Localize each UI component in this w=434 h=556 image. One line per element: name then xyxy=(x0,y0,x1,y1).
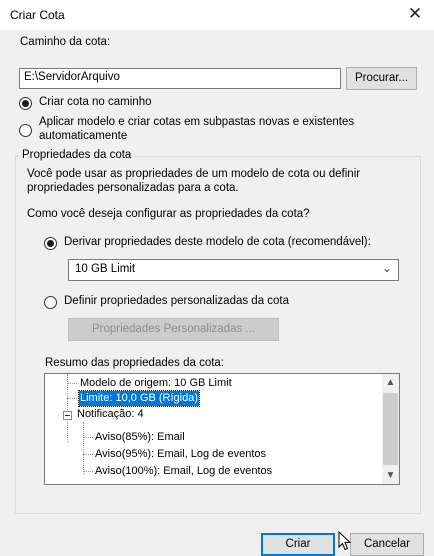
collapse-icon[interactable] xyxy=(63,411,72,420)
properties-description-line2: propriedades personalizadas para a cota. xyxy=(27,182,239,194)
path-input[interactable]: E:\ServidorArquivo xyxy=(19,68,341,89)
tree-item-source-template[interactable]: Modelo de origem: 10 GB Limit xyxy=(80,376,232,391)
chevron-down-icon: ⌄ xyxy=(381,261,392,275)
create-on-path-radio[interactable] xyxy=(19,97,32,110)
tree-guide-branch xyxy=(67,383,77,384)
tree-guide-branch xyxy=(83,437,93,438)
scroll-up-icon[interactable]: ▲ xyxy=(382,374,399,391)
derive-template-label: Derivar propriedades deste modelo de cot… xyxy=(64,236,371,248)
apply-template-label-line1: Aplicar modelo e criar cotas em subpasta… xyxy=(39,116,355,128)
custom-properties-button[interactable]: Propriedades Personalizadas ... xyxy=(68,318,279,341)
tree-guide-root xyxy=(67,374,68,442)
properties-description-line1: Você pode usar as propriedades de um mod… xyxy=(27,168,361,180)
title-bar: Criar Cota ✕ xyxy=(0,0,434,30)
scroll-down-icon[interactable]: ▼ xyxy=(382,467,399,484)
tree-item-limit[interactable]: Limite: 10,0 GB (Rígida) xyxy=(78,390,200,407)
tree-item-warning-95[interactable]: Aviso(95%): Email, Log de eventos xyxy=(95,447,266,462)
apply-template-radio[interactable] xyxy=(19,124,32,137)
configure-question: Como você deseja configurar as proprieda… xyxy=(27,208,310,220)
path-label: Caminho da cota: xyxy=(20,36,111,48)
tree-guide-branch xyxy=(67,398,77,399)
summary-tree[interactable]: Modelo de origem: 10 GB Limit Limite: 10… xyxy=(44,373,400,485)
mouse-cursor-icon xyxy=(338,531,352,551)
summary-scrollbar[interactable]: ▲ ▼ xyxy=(382,374,399,484)
browse-button[interactable]: Procurar... xyxy=(346,67,417,90)
summary-label: Resumo das propriedades da cota: xyxy=(45,357,224,369)
create-on-path-label: Criar cota no caminho xyxy=(39,96,152,108)
tree-item-warning-100[interactable]: Aviso(100%): Email, Log de eventos xyxy=(95,464,272,479)
scroll-thumb[interactable] xyxy=(383,393,398,465)
tree-guide-child xyxy=(83,422,84,474)
tree-guide-branch xyxy=(83,471,93,472)
derive-template-radio[interactable] xyxy=(44,237,57,250)
create-button[interactable]: Criar xyxy=(261,533,335,556)
custom-properties-radio[interactable] xyxy=(44,296,57,309)
quota-properties-legend: Propriedades da cota xyxy=(20,149,134,161)
window-title: Criar Cota xyxy=(10,8,65,22)
cancel-button[interactable]: Cancelar xyxy=(350,533,424,556)
tree-item-warning-85[interactable]: Aviso(85%): Email xyxy=(95,430,185,445)
custom-properties-label: Definir propriedades personalizadas da c… xyxy=(64,295,290,307)
close-icon[interactable]: ✕ xyxy=(404,4,426,26)
apply-template-label-line2: automaticamente xyxy=(39,130,128,142)
tree-item-notification[interactable]: Notificação: 4 xyxy=(77,407,144,422)
template-selected-value: 10 GB Limit xyxy=(75,263,136,275)
tree-guide-branch xyxy=(83,454,93,455)
template-select[interactable]: 10 GB Limit ⌄ xyxy=(68,259,399,281)
